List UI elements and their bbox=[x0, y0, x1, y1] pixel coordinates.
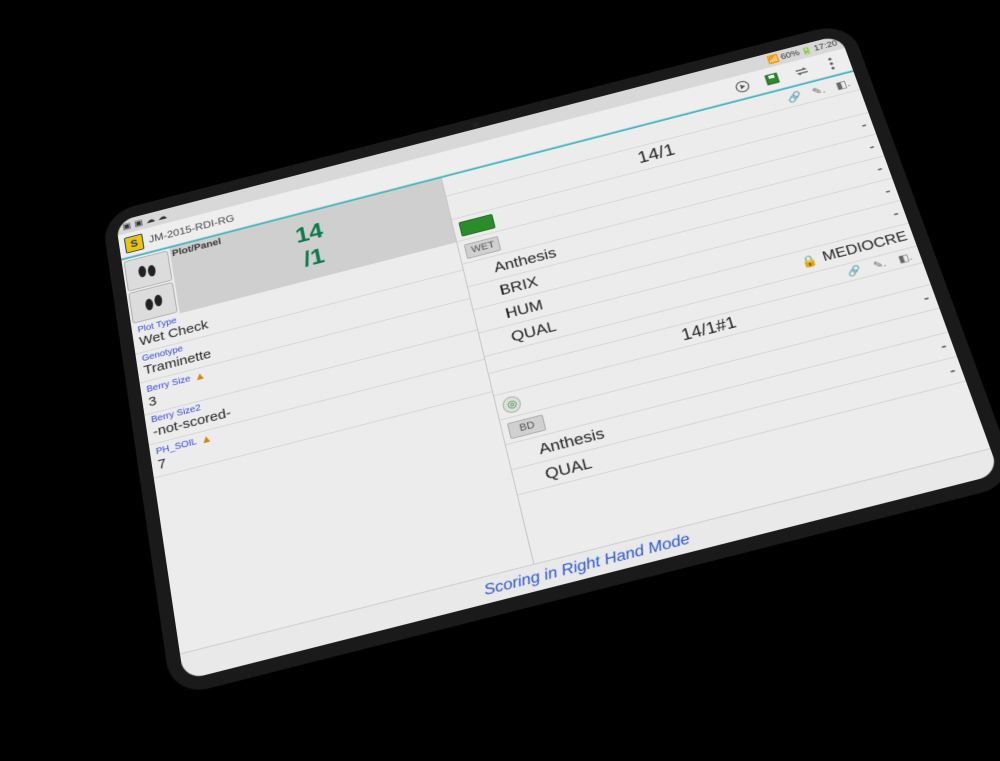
specimen-tag: BD bbox=[507, 414, 546, 439]
wifi-icon: 📶 bbox=[768, 54, 780, 64]
link-icon[interactable]: 🔗 bbox=[784, 88, 805, 106]
notification-icon: ▣ bbox=[133, 218, 143, 228]
lock-icon: 🔒 bbox=[799, 252, 819, 269]
tablet-frame: ▣ ▣ ☁ ☁ 📶 60% 🔋 17:20 S JM-2015-RDI-RG bbox=[101, 21, 1000, 698]
app-screen: ▣ ▣ ☁ ☁ 📶 60% 🔋 17:20 S JM-2015-RDI-RG bbox=[116, 35, 1000, 681]
notification-icon: ☁ bbox=[157, 212, 167, 222]
specimen-type-icon: ◎ bbox=[501, 394, 522, 414]
edit-icon[interactable]: ✎. bbox=[808, 81, 830, 99]
notification-icon: ▣ bbox=[122, 221, 132, 231]
plot-id-line2: /1 bbox=[301, 243, 326, 273]
notification-icon: ☁ bbox=[145, 215, 155, 225]
content-area: Plot/Panel 14 /1 Plot Type Wet Check bbox=[121, 70, 990, 653]
battery-icon: 🔋 bbox=[801, 46, 813, 56]
erase-icon[interactable]: ◧. bbox=[832, 75, 854, 93]
tablet-camera bbox=[472, 122, 479, 128]
app-logo-icon[interactable]: S bbox=[124, 233, 145, 253]
